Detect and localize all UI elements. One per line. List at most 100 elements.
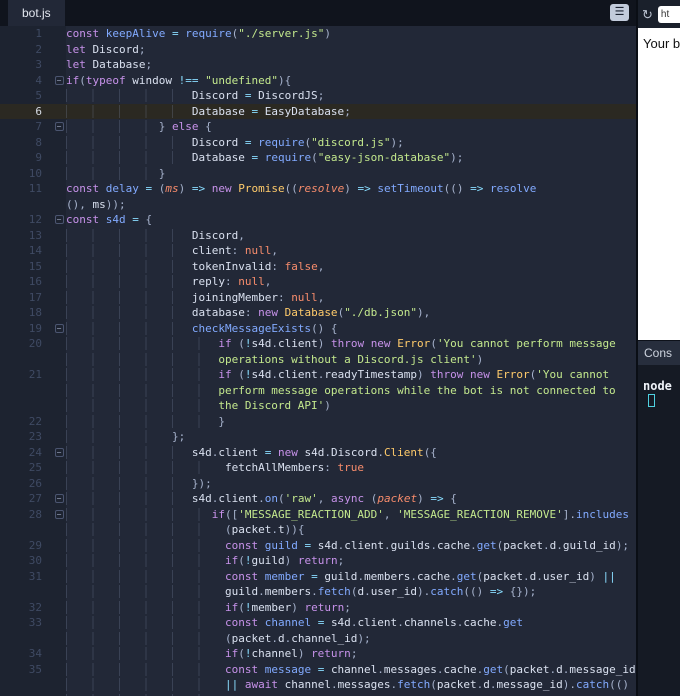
code-line[interactable]: 24− s4d.client = new s4d.Discord.Client(… xyxy=(0,444,636,460)
line-number[interactable] xyxy=(0,382,52,398)
code-line[interactable]: 4− if(typeof window !== "undefined"){ xyxy=(0,72,636,88)
line-number[interactable]: 6 xyxy=(0,103,52,119)
line-number[interactable]: 13 xyxy=(0,227,52,243)
fold-marker-icon[interactable]: − xyxy=(54,75,64,85)
code-line[interactable]: 14 client: null, xyxy=(0,243,636,259)
line-number[interactable]: 5 xyxy=(0,88,52,104)
code-line[interactable]: (), ms)); xyxy=(0,196,636,212)
line-number[interactable]: 28 xyxy=(0,506,52,522)
code-line[interactable]: 10 } xyxy=(0,165,636,181)
code-line[interactable]: 19− checkMessageExists() { xyxy=(0,320,636,336)
code-line[interactable]: 32 if(!member) return; xyxy=(0,599,636,615)
fold-marker-icon[interactable]: − xyxy=(54,215,64,225)
code-line[interactable]: 35 const message = channel.messages.cach… xyxy=(0,661,636,677)
code-line[interactable]: 30 if(!guild) return; xyxy=(0,553,636,569)
code-line[interactable]: 26 }); xyxy=(0,475,636,491)
line-number[interactable] xyxy=(0,630,52,646)
code-line[interactable]: the Discord API') xyxy=(0,398,636,414)
tab-botjs[interactable]: bot.js xyxy=(8,0,65,26)
url-bar[interactable]: ht xyxy=(657,5,680,23)
line-number[interactable] xyxy=(0,584,52,600)
code-line[interactable]: || await channel.messages.fetch(packet.d… xyxy=(0,677,636,693)
code-line[interactable]: 1 const keepAlive = require("./server.js"… xyxy=(0,26,636,42)
code-line[interactable]: 23 }; xyxy=(0,429,636,445)
line-number[interactable] xyxy=(0,692,52,696)
line-number[interactable]: 21 xyxy=(0,367,52,383)
line-number[interactable]: 26 xyxy=(0,475,52,491)
refresh-icon[interactable]: ↻ xyxy=(642,8,653,21)
code-area[interactable]: 1 const keepAlive = require("./server.js"… xyxy=(0,26,636,696)
code-line[interactable]: (packet.t)){ xyxy=(0,522,636,538)
line-number[interactable]: 17 xyxy=(0,289,52,305)
fold-marker-icon[interactable]: − xyxy=(54,323,64,333)
fold-marker-icon[interactable]: − xyxy=(54,122,64,132)
code-line[interactable]: (packet.d.channel_id); xyxy=(0,630,636,646)
line-number[interactable]: 29 xyxy=(0,537,52,553)
code-line[interactable]: 25 fetchAllMembers: true xyxy=(0,460,636,476)
terminal[interactable]: node xyxy=(638,365,680,696)
line-number[interactable]: 24 xyxy=(0,444,52,460)
editor-menu-button[interactable]: ☰ xyxy=(610,4,629,21)
line-number[interactable] xyxy=(0,522,52,538)
code-line[interactable]: 13 Discord, xyxy=(0,227,636,243)
code-line[interactable]: operations without a Discord.js client') xyxy=(0,351,636,367)
line-number[interactable]: 2 xyxy=(0,41,52,57)
code-line[interactable]: 21 if (!s4d.client.readyTimestamp) throw… xyxy=(0,367,636,383)
fold-marker-icon[interactable]: − xyxy=(54,447,64,457)
code-line[interactable]: 6 Database = EasyDatabase; xyxy=(0,103,636,119)
code-line[interactable]: 27− s4d.client.on('raw', async (packet) … xyxy=(0,491,636,507)
line-number[interactable]: 11 xyxy=(0,181,52,197)
line-number[interactable]: 20 xyxy=(0,336,52,352)
code-line[interactable]: guild.members.fetch(d.user_id).catch(() … xyxy=(0,584,636,600)
code-line[interactable]: 16 reply: null, xyxy=(0,274,636,290)
line-number[interactable]: 25 xyxy=(0,460,52,476)
line-number[interactable]: 1 xyxy=(0,26,52,42)
code-line[interactable]: 2 let Discord; xyxy=(0,41,636,57)
line-number[interactable] xyxy=(0,351,52,367)
line-number[interactable]: 9 xyxy=(0,150,52,166)
line-number[interactable]: 3 xyxy=(0,57,52,73)
line-number[interactable]: 31 xyxy=(0,568,52,584)
line-number[interactable]: 10 xyxy=(0,165,52,181)
code-line[interactable]: perform message operations while the bot… xyxy=(0,382,636,398)
code-line[interactable]: 7− } else { xyxy=(0,119,636,135)
line-number[interactable]: 7 xyxy=(0,119,52,135)
code-line[interactable]: 33 const channel = s4d.client.channels.c… xyxy=(0,615,636,631)
code-line[interactable]: 34 if(!channel) return; xyxy=(0,646,636,662)
code-line[interactable]: 11 const delay = (ms) => new Promise((res… xyxy=(0,181,636,197)
line-number[interactable]: 33 xyxy=(0,615,52,631)
line-number[interactable] xyxy=(0,677,52,693)
line-number[interactable]: 34 xyxy=(0,646,52,662)
code-line[interactable]: 31 const member = guild.members.cache.ge… xyxy=(0,568,636,584)
line-number[interactable]: 27 xyxy=(0,491,52,507)
fold-marker-icon[interactable]: − xyxy=(54,509,64,519)
code-line[interactable]: 9 Database = require("easy-json-database… xyxy=(0,150,636,166)
code-line[interactable]: 5 Discord = DiscordJS; xyxy=(0,88,636,104)
code-line[interactable]: 20 if (!s4d.client) throw new Error('You… xyxy=(0,336,636,352)
code-line[interactable]: 22 } xyxy=(0,413,636,429)
line-number[interactable]: 19 xyxy=(0,320,52,336)
line-number[interactable]: 15 xyxy=(0,258,52,274)
code-line[interactable]: 8 Discord = require("discord.js"); xyxy=(0,134,636,150)
line-number[interactable]: 32 xyxy=(0,599,52,615)
code-line[interactable]: 29 const guild = s4d.client.guilds.cache… xyxy=(0,537,636,553)
line-number[interactable]: 30 xyxy=(0,553,52,569)
code-line[interactable]: 12− const s4d = { xyxy=(0,212,636,228)
line-number[interactable] xyxy=(0,196,52,212)
code-line[interactable]: 28− if(['MESSAGE_REACTION_ADD', 'MESSAGE… xyxy=(0,506,636,522)
code-line[interactable]: 17 joiningMember: null, xyxy=(0,289,636,305)
code-line[interactable]: 18 database: new Database("./db.json"), xyxy=(0,305,636,321)
line-number[interactable]: 18 xyxy=(0,305,52,321)
line-number[interactable]: 22 xyxy=(0,413,52,429)
fold-marker-icon[interactable]: − xyxy=(54,494,64,504)
line-number[interactable]: 35 xyxy=(0,661,52,677)
line-number[interactable]: 8 xyxy=(0,134,52,150)
line-number[interactable]: 23 xyxy=(0,429,52,445)
console-header[interactable]: Cons xyxy=(638,340,680,365)
code-line[interactable]: 3 let Database; xyxy=(0,57,636,73)
line-number[interactable]: 16 xyxy=(0,274,52,290)
line-number[interactable]: 14 xyxy=(0,243,52,259)
line-number[interactable]: 4 xyxy=(0,72,52,88)
line-number[interactable] xyxy=(0,398,52,414)
code-line[interactable]: 15 tokenInvalid: false, xyxy=(0,258,636,274)
